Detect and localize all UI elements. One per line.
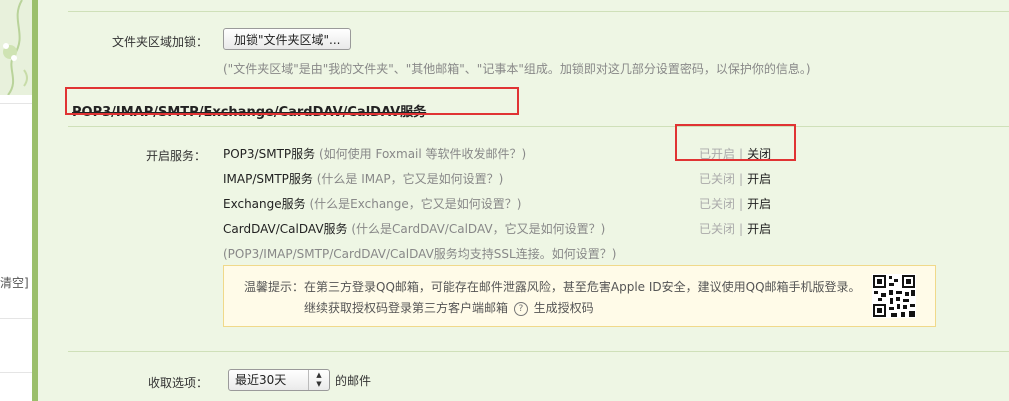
- generate-auth-code-link[interactable]: 生成授权码: [534, 301, 594, 315]
- service-help-link[interactable]: (什么是Exchange，它又是如何设置？): [309, 197, 521, 211]
- service-name: IMAP/SMTP服务: [223, 172, 313, 186]
- service-name: Exchange服务: [223, 197, 306, 211]
- service-row-carddav: CardDAV/CalDAV服务 (什么是CardDAV/CalDAV，它又是如…: [223, 220, 605, 237]
- service-help-link[interactable]: (什么是CardDAV/CalDAV，它又是如何设置？): [351, 222, 605, 236]
- divider: [68, 351, 1009, 352]
- service-name: CardDAV/CalDAV服务: [223, 222, 348, 236]
- security-notice: 温馨提示：在第三方登录QQ邮箱，可能存在邮件泄露风险，甚至危害Apple ID安…: [223, 265, 936, 327]
- service-status-imap: 已关闭 | 开启: [699, 172, 772, 186]
- status-disabled: 已关闭: [699, 222, 736, 236]
- receive-range-select[interactable]: 最近30天 ▲ ▼: [228, 369, 330, 391]
- left-divider: [0, 372, 32, 373]
- floral-decoration: [0, 0, 32, 95]
- highlight-box-status: [675, 124, 796, 161]
- service-row-imap: IMAP/SMTP服务 (什么是 IMAP，它又是如何设置？): [223, 170, 503, 187]
- service-name: POP3/SMTP服务: [223, 147, 316, 161]
- left-partial-text[interactable]: 清空]: [0, 274, 29, 291]
- select-value: 最近30天: [235, 373, 287, 387]
- ssl-note[interactable]: (POP3/IMAP/SMTP/CardDAV/CalDAV服务均支持SSL连接…: [223, 245, 616, 262]
- service-row-exchange: Exchange服务 (什么是Exchange，它又是如何设置？): [223, 195, 521, 212]
- receive-options-label: 收取选项：: [148, 376, 209, 390]
- folder-lock-label: 文件夹区域加锁：: [112, 35, 209, 49]
- notice-action-line: 继续获取授权码登录第三方客户端邮箱 ? 生成授权码: [304, 299, 594, 316]
- notice-text-2: 继续获取授权码登录第三方客户端邮箱: [304, 301, 509, 315]
- services-label: 开启服务：: [146, 149, 207, 163]
- left-divider: [0, 103, 32, 104]
- divider: [68, 11, 1009, 12]
- updown-arrow-icon: ▲ ▼: [308, 370, 329, 390]
- status-disabled: 已关闭: [699, 197, 736, 211]
- service-help-link[interactable]: (如何使用 Foxmail 等软件收发邮件？): [319, 147, 526, 161]
- folder-lock-hint: ("文件夹区域"是由"我的文件夹"、"其他邮箱"、"记事本"组成。加锁即对这几部…: [223, 62, 811, 76]
- highlight-box-title: [65, 87, 519, 115]
- folder-lock-button[interactable]: 加锁"文件夹区域"...: [223, 28, 352, 50]
- left-divider: [0, 318, 32, 319]
- status-disabled: 已关闭: [699, 172, 736, 186]
- qr-code-icon: [872, 274, 916, 318]
- enable-link[interactable]: 开启: [747, 222, 771, 236]
- service-status-carddav: 已关闭 | 开启: [699, 222, 772, 236]
- receive-suffix: 的邮件: [335, 374, 372, 388]
- service-help-link[interactable]: (什么是 IMAP，它又是如何设置？): [317, 172, 504, 186]
- enable-link[interactable]: 开启: [747, 172, 771, 186]
- help-icon[interactable]: ?: [513, 301, 528, 316]
- service-status-exchange: 已关闭 | 开启: [699, 197, 772, 211]
- settings-panel: 文件夹区域加锁： 加锁"文件夹区域"... ("文件夹区域"是由"我的文件夹"、…: [38, 0, 1009, 401]
- divider: [68, 126, 1009, 127]
- enable-link[interactable]: 开启: [747, 197, 771, 211]
- notice-text: 温馨提示：在第三方登录QQ邮箱，可能存在邮件泄露风险，甚至危害Apple ID安…: [244, 280, 861, 294]
- service-row-pop3: POP3/SMTP服务 (如何使用 Foxmail 等软件收发邮件？): [223, 145, 526, 162]
